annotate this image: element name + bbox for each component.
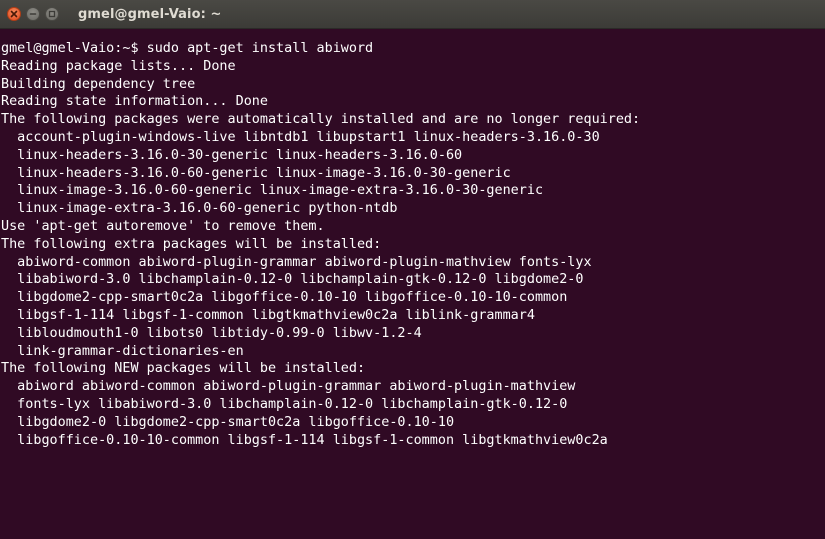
terminal-line: Building dependency tree: [1, 76, 196, 92]
maximize-icon[interactable]: [45, 7, 59, 21]
terminal-line: libgdome2-0 libgdome2-cpp-smart0c2a libg…: [1, 414, 455, 430]
terminal-line: fonts-lyx libabiword-3.0 libchamplain-0.…: [1, 396, 568, 412]
close-icon[interactable]: [7, 7, 21, 21]
terminal-line: linux-headers-3.16.0-60-generic linux-im…: [1, 165, 511, 181]
terminal-line: libloudmouth1-0 libots0 libtidy-0.99-0 l…: [1, 325, 422, 341]
terminal-line: linux-image-3.16.0-60-generic linux-imag…: [1, 183, 544, 199]
terminal-line: link-grammar-dictionaries-en: [1, 343, 244, 359]
terminal-line: libgdome2-cpp-smart0c2a libgoffice-0.10-…: [1, 290, 568, 306]
terminal-line: account-plugin-windows-live libntdb1 lib…: [1, 129, 600, 145]
terminal-output[interactable]: gmel@gmel-Vaio:~$ sudo apt-get install a…: [0, 29, 825, 539]
terminal-line: Reading state information... Done: [1, 94, 268, 110]
terminal-window: gmel@gmel-Vaio: ~ gmel@gmel-Vaio:~$ sudo…: [0, 0, 825, 539]
terminal-line: libgoffice-0.10-10-common libgsf-1-114 l…: [1, 432, 608, 448]
terminal-line: The following extra packages will be ins…: [1, 236, 382, 252]
terminal-line: linux-headers-3.16.0-30-generic linux-he…: [1, 147, 463, 163]
terminal-line: libgsf-1-114 libgsf-1-common libgtkmathv…: [1, 307, 535, 323]
terminal-line: abiword abiword-common abiword-plugin-gr…: [1, 379, 576, 395]
window-title: gmel@gmel-Vaio: ~: [78, 6, 222, 22]
terminal-line: The following packages were automaticall…: [1, 112, 641, 128]
title-bar[interactable]: gmel@gmel-Vaio: ~: [0, 0, 825, 29]
terminal-line: The following NEW packages will be insta…: [1, 361, 366, 377]
terminal-line: linux-image-extra-3.16.0-60-generic pyth…: [1, 201, 398, 217]
terminal-line: gmel@gmel-Vaio:~$ sudo apt-get install a…: [1, 41, 374, 56]
terminal-line: Reading package lists... Done: [1, 58, 236, 74]
terminal-line: libabiword-3.0 libchamplain-0.12-0 libch…: [1, 272, 584, 288]
window-controls: [7, 7, 64, 21]
minimize-icon[interactable]: [26, 7, 40, 21]
terminal-line: abiword-common abiword-plugin-grammar ab…: [1, 254, 592, 270]
terminal-line: Use 'apt-get autoremove' to remove them.: [1, 218, 325, 234]
